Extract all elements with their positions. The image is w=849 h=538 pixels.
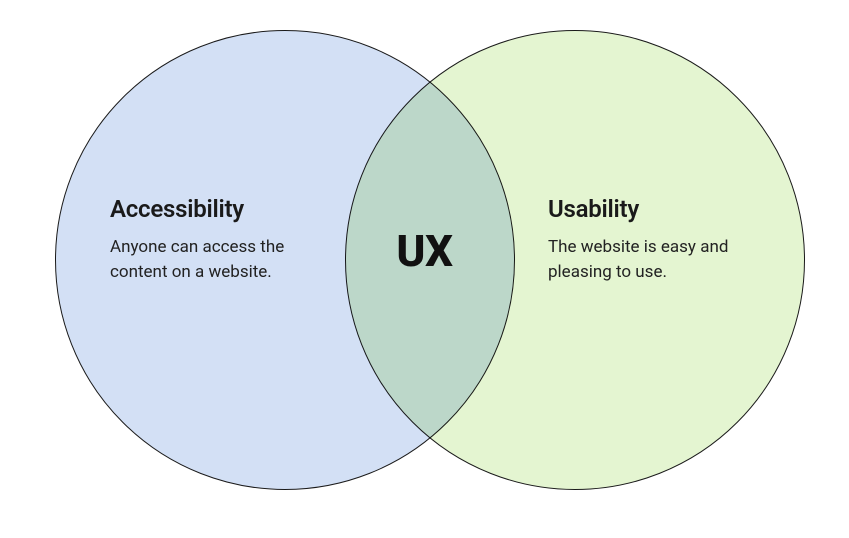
usability-title: Usability: [548, 195, 758, 223]
venn-diagram: Accessibility Anyone can access the cont…: [0, 0, 849, 538]
usability-description: The website is easy and pleasing to use.: [548, 235, 758, 284]
venn-label-right: Usability The website is easy and pleasi…: [548, 195, 758, 284]
accessibility-title: Accessibility: [110, 195, 320, 223]
